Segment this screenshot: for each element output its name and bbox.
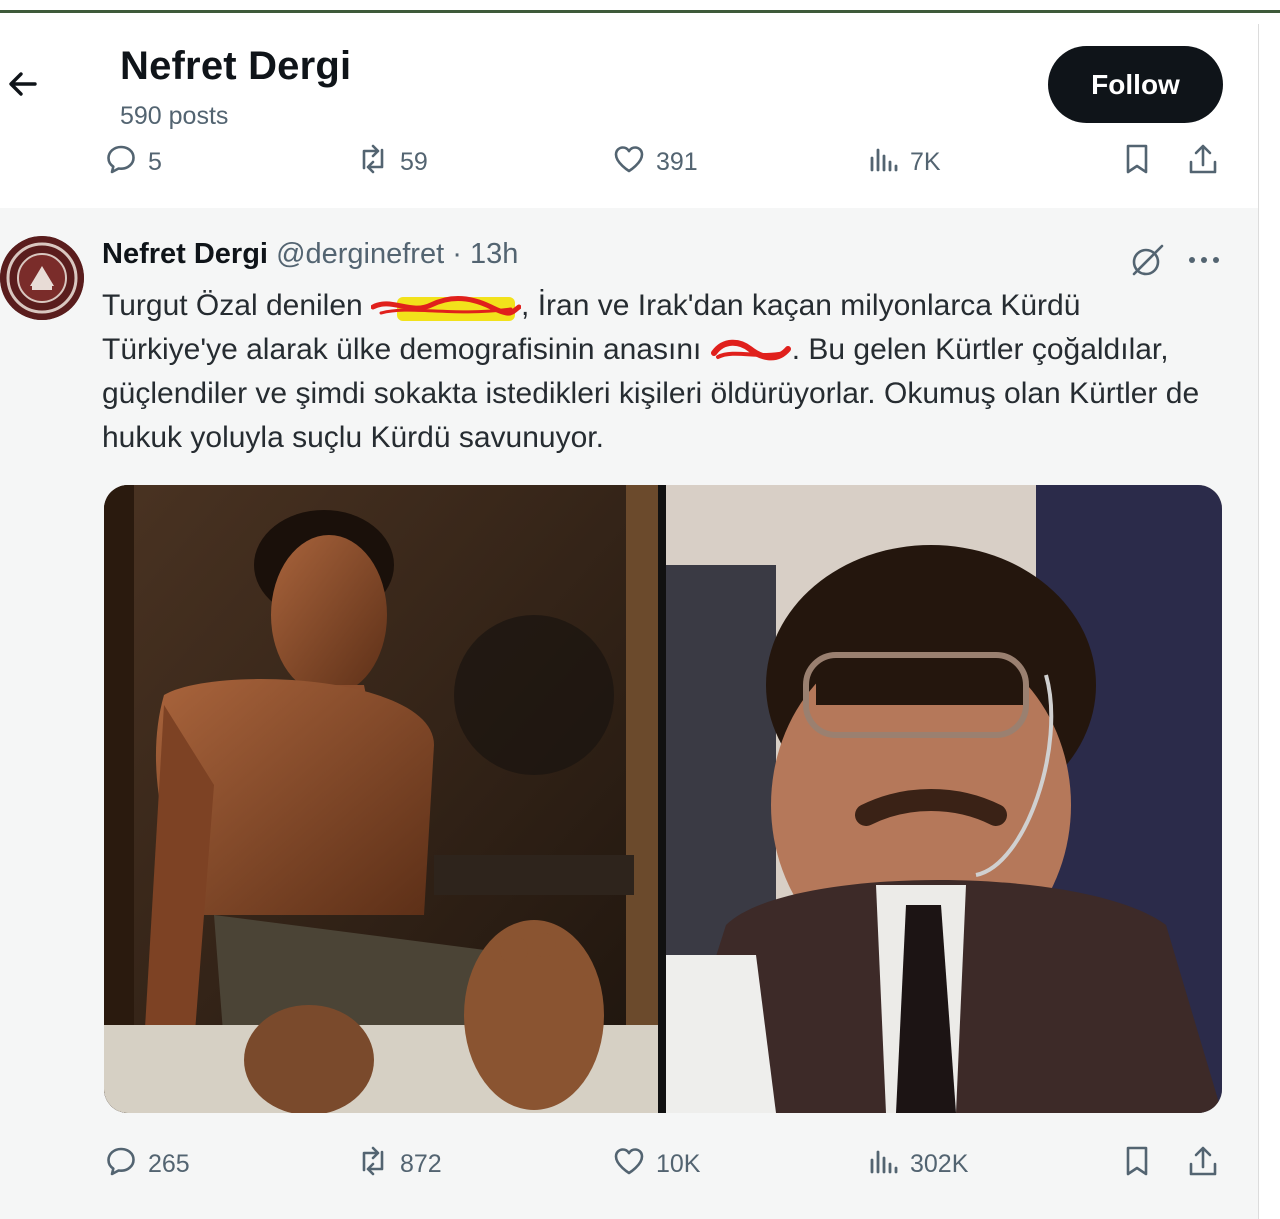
yellow-highlight-redaction: [370, 292, 522, 322]
reply-button[interactable]: 5: [104, 140, 162, 184]
share-icon: [1186, 142, 1220, 183]
tweet-text: Turgut Özal denilen , İran ve Irak'dan k…: [102, 284, 1222, 460]
repost-count: 59: [400, 147, 428, 176]
bookmark-icon: [1120, 142, 1154, 183]
share-button[interactable]: [1186, 140, 1220, 184]
views-chart-icon: [866, 142, 900, 183]
back-arrow-icon[interactable]: [4, 66, 40, 102]
repost-button[interactable]: 59: [356, 140, 428, 184]
repost-icon: [356, 1144, 390, 1185]
media-grid: [104, 485, 1222, 1113]
post-time[interactable]: 13h: [470, 238, 518, 270]
views-button[interactable]: 7K: [866, 140, 941, 184]
quoted-views-button[interactable]: 302K: [866, 1142, 968, 1186]
profile-title: Nefret Dergi: [120, 44, 352, 88]
man-sitting-photo[interactable]: [104, 485, 658, 1113]
share-icon: [1186, 1144, 1220, 1185]
quoted-like-button[interactable]: 10K: [612, 1142, 700, 1186]
heart-icon: [612, 1144, 646, 1185]
like-button[interactable]: 391: [612, 140, 698, 184]
reply-count: 5: [148, 147, 162, 176]
tweet-header: Nefret Dergi @derginefret · 13h: [102, 238, 518, 271]
tweet-text-part1: Turgut Özal denilen: [102, 289, 372, 322]
more-options-icon[interactable]: [1182, 240, 1226, 280]
reply-icon: [104, 142, 138, 183]
quoted-share-button[interactable]: [1186, 1142, 1220, 1186]
turgut-ozal-photo[interactable]: [666, 485, 1222, 1113]
column-border: [1258, 24, 1259, 1219]
follow-button[interactable]: Follow: [1048, 46, 1223, 123]
quoted-like-count: 10K: [656, 1149, 701, 1178]
like-count: 391: [656, 147, 698, 176]
bookmark-icon: [1120, 1144, 1154, 1185]
post-count: 590 posts: [120, 102, 229, 130]
quoted-bookmark-button[interactable]: [1120, 1142, 1154, 1186]
window-top-rule: [0, 10, 1280, 13]
author-name[interactable]: Nefret Dergi: [102, 238, 268, 270]
heart-icon: [612, 142, 646, 183]
quoted-repost-button[interactable]: 872: [356, 1142, 442, 1186]
quoted-reply-button[interactable]: 265: [104, 1142, 190, 1186]
reply-icon: [104, 1144, 138, 1185]
quoted-views-count: 302K: [910, 1149, 969, 1178]
grok-icon[interactable]: [1128, 240, 1168, 280]
avatar[interactable]: [0, 236, 84, 320]
separator-dot: ·: [452, 238, 462, 270]
author-handle[interactable]: @derginefret: [276, 238, 444, 270]
views-count: 7K: [910, 147, 941, 176]
quoted-repost-count: 872: [400, 1149, 442, 1178]
views-chart-icon: [866, 1144, 900, 1185]
bottom-action-bar: 265 872 10K 302K: [0, 1142, 1258, 1186]
bookmark-button[interactable]: [1120, 140, 1154, 184]
top-action-bar: 5 59 391 7K: [0, 140, 1258, 184]
red-scribble-redaction: [710, 336, 792, 366]
repost-icon: [356, 142, 390, 183]
quoted-reply-count: 265: [148, 1149, 190, 1178]
